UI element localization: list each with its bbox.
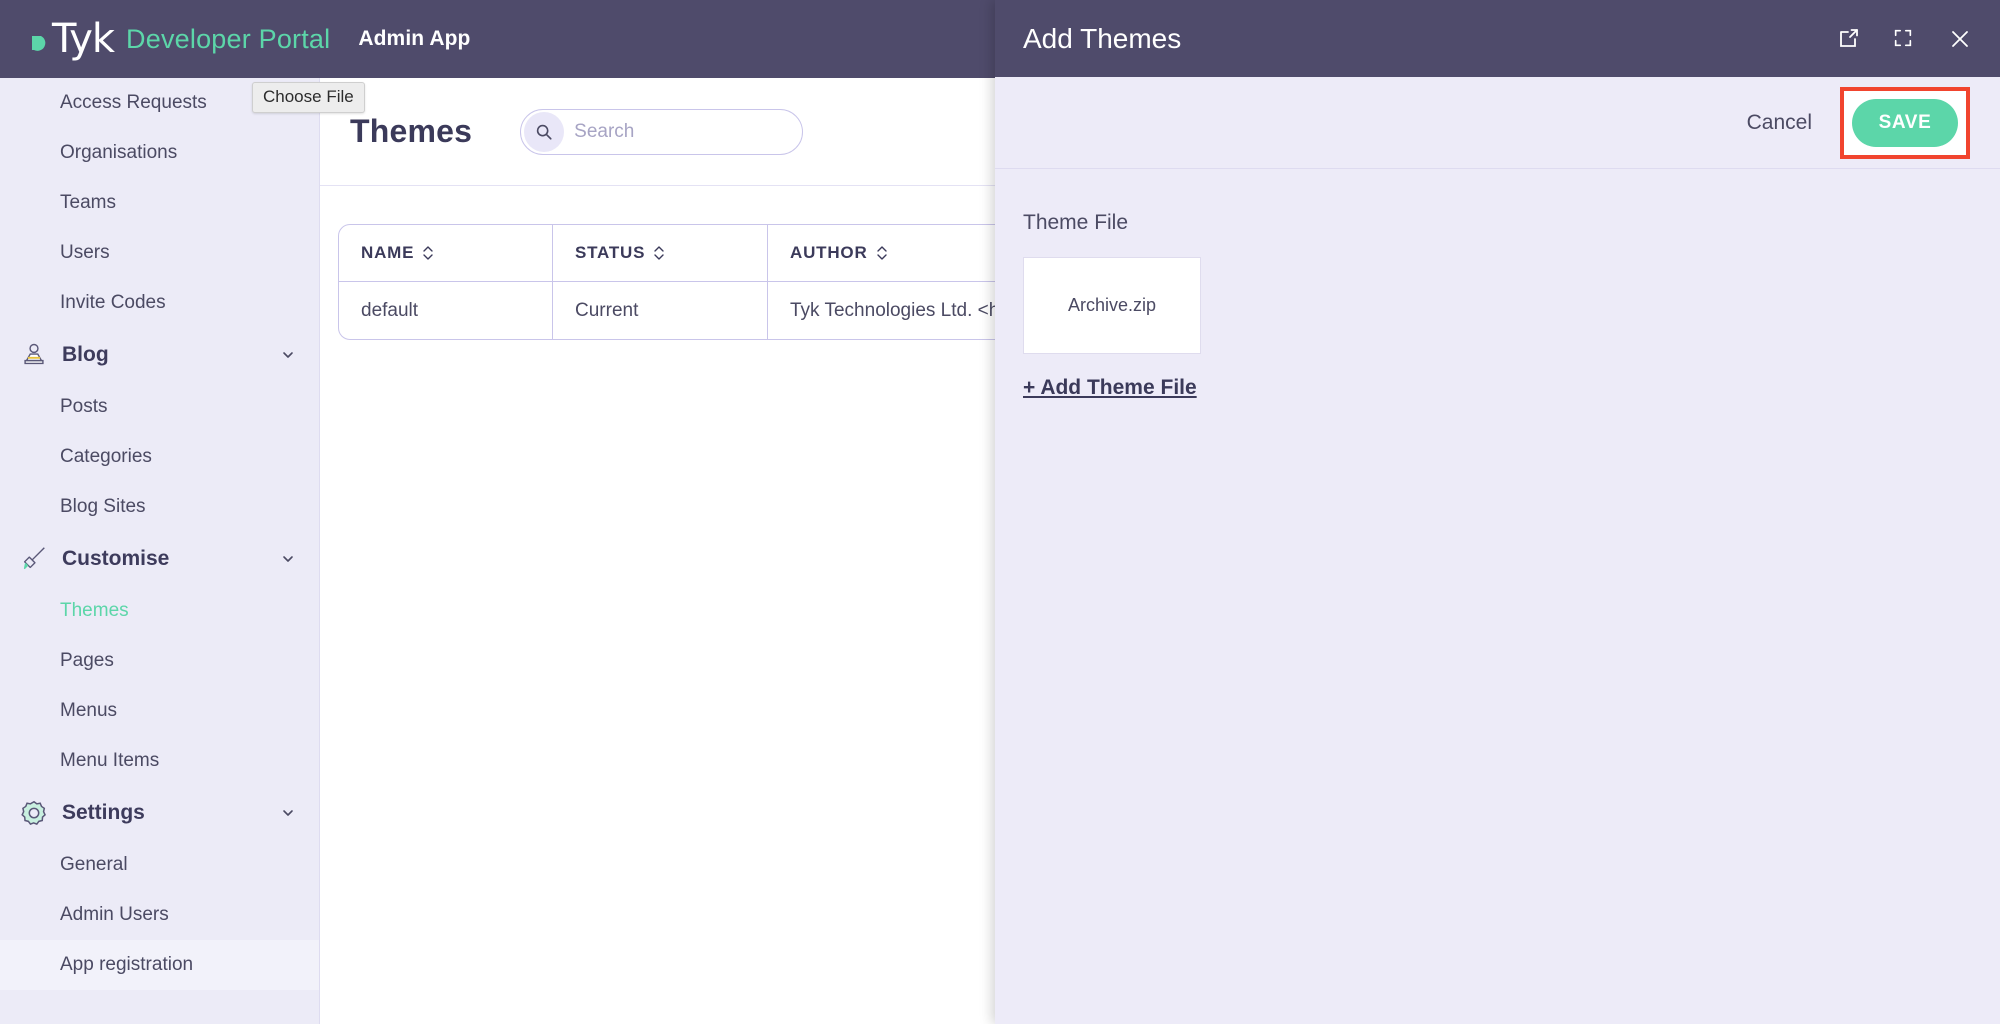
blog-icon <box>18 339 50 371</box>
sidebar-item-blog-sites[interactable]: Blog Sites <box>0 482 319 532</box>
sidebar-item-label: Users <box>60 242 110 264</box>
external-link-icon[interactable] <box>1836 27 1860 51</box>
sidebar-item-label: Blog Sites <box>60 496 146 518</box>
sidebar-item-label: Blog <box>62 343 109 367</box>
sidebar-item-label: Access Requests <box>60 92 207 114</box>
brand-logo[interactable]: Tyk Developer Portal <box>0 16 330 62</box>
sidebar-item-label: Menus <box>60 700 117 722</box>
sidebar-item-app-registration[interactable]: App registration <box>0 940 319 990</box>
sidebar-item-label: Categories <box>60 446 152 468</box>
save-button[interactable]: SAVE <box>1852 99 1958 147</box>
sidebar-item-menus[interactable]: Menus <box>0 686 319 736</box>
sidebar-item-label: App registration <box>60 954 193 976</box>
save-button-highlight: SAVE <box>1840 87 1970 159</box>
search-icon <box>524 112 564 152</box>
sidebar-item-general[interactable]: General <box>0 840 319 890</box>
cell-name: default <box>338 282 553 340</box>
search-box[interactable] <box>520 109 803 155</box>
brush-icon <box>18 543 50 575</box>
sidebar-item-label: Settings <box>62 801 145 825</box>
modal-toolbar: Cancel SAVE <box>995 77 2000 169</box>
sidebar-item-label: Admin Users <box>60 904 169 926</box>
sort-toggle-icon[interactable] <box>868 243 888 262</box>
cell-status: Current <box>553 282 768 340</box>
sort-toggle-icon[interactable] <box>414 243 434 262</box>
app-label: Admin App <box>358 27 470 51</box>
sidebar-item-organisations[interactable]: Organisations <box>0 128 319 178</box>
sidebar-item-customise[interactable]: Customise <box>0 532 319 586</box>
sidebar-item-label: Customise <box>62 547 169 571</box>
sidebar-item-label: Menu Items <box>60 750 159 772</box>
close-icon[interactable] <box>1948 27 1972 51</box>
tyk-leaf-icon <box>30 33 50 53</box>
page-title: Themes <box>350 113 472 150</box>
gear-icon <box>18 797 50 829</box>
modal-body: Theme File Archive.zip + Add Theme File <box>995 169 2000 1024</box>
sidebar-item-blog[interactable]: Blog <box>0 328 319 382</box>
theme-file-card[interactable]: Archive.zip <box>1023 257 1201 354</box>
sidebar-item-pages[interactable]: Pages <box>0 636 319 686</box>
add-theme-file-link[interactable]: + Add Theme File <box>1023 376 1197 400</box>
sidebar-item-posts[interactable]: Posts <box>0 382 319 432</box>
sidebar-item-teams[interactable]: Teams <box>0 178 319 228</box>
cancel-button[interactable]: Cancel <box>1747 111 1812 135</box>
column-header-label: STATUS <box>575 243 645 262</box>
sidebar-item-label: Organisations <box>60 142 177 164</box>
sidebar-item-themes[interactable]: Themes <box>0 586 319 636</box>
column-header-label: NAME <box>361 243 414 262</box>
theme-file-label: Theme File <box>1023 211 2000 235</box>
brand-mark: Tyk <box>52 16 114 62</box>
sidebar-item-label: Teams <box>60 192 116 214</box>
sidebar-item-label: Posts <box>60 396 108 418</box>
sidebar-item-categories[interactable]: Categories <box>0 432 319 482</box>
choose-file-tooltip: Choose File <box>252 82 365 113</box>
sidebar-item-label: Themes <box>60 600 129 622</box>
modal-title: Add Themes <box>1023 23 1181 55</box>
sidebar[interactable]: Access Requests Organisations Teams Users In… <box>0 78 320 1024</box>
column-header-label: AUTHOR <box>790 243 868 262</box>
search-input[interactable] <box>574 121 774 143</box>
modal-header: Add Themes <box>995 0 2000 77</box>
brand-name: Developer Portal <box>126 24 330 55</box>
fullscreen-icon[interactable] <box>1892 27 1916 51</box>
sidebar-item-users[interactable]: Users <box>0 228 319 278</box>
add-themes-modal: Add Themes <box>995 0 2000 1024</box>
sidebar-item-label: General <box>60 854 128 876</box>
sidebar-item-admin-users[interactable]: Admin Users <box>0 890 319 940</box>
sidebar-item-label: Invite Codes <box>60 292 166 314</box>
sidebar-item-settings[interactable]: Settings <box>0 786 319 840</box>
column-header-name[interactable]: NAME <box>338 224 553 282</box>
sidebar-item-invite-codes[interactable]: Invite Codes <box>0 278 319 328</box>
sidebar-item-label: Pages <box>60 650 114 672</box>
sort-toggle-icon[interactable] <box>645 243 665 262</box>
modal-header-actions <box>1836 27 1972 51</box>
sidebar-item-menu-items[interactable]: Menu Items <box>0 736 319 786</box>
app-root: Tyk Developer Portal Admin App Access Re… <box>0 0 2000 1024</box>
column-header-status[interactable]: STATUS <box>553 224 768 282</box>
